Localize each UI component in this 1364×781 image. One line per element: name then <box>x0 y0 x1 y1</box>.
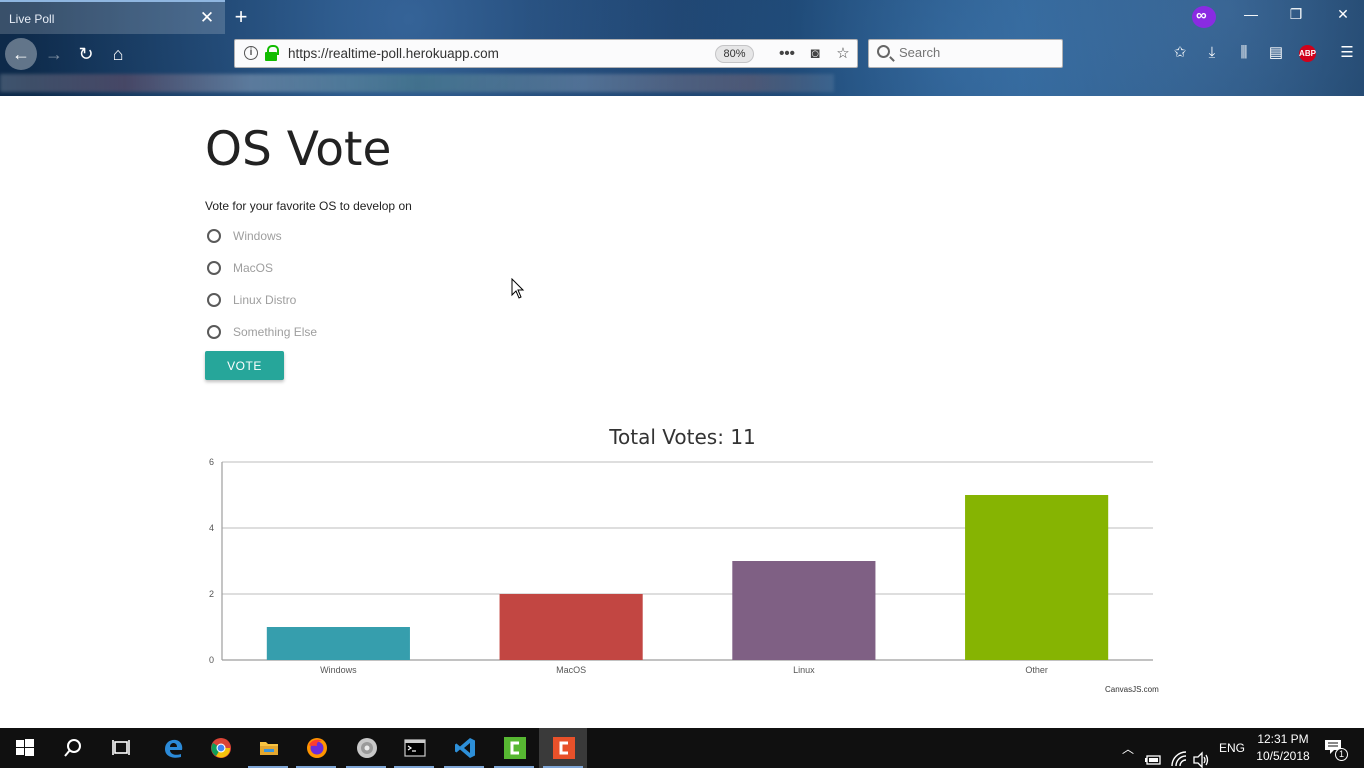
option-label: Windows <box>233 229 282 243</box>
search-input[interactable] <box>899 45 1049 60</box>
address-bar[interactable]: i https://realtime-poll.herokuapp.com 80… <box>234 39 858 68</box>
volume-icon[interactable] <box>1192 740 1210 780</box>
option-linux[interactable]: Linux Distro <box>205 290 296 310</box>
battery-icon[interactable] <box>1144 740 1162 780</box>
browser-chrome: Live Poll ✕ + — ❐ ✕ ← → ↻ ⌂ i https://re… <box>0 0 1364 96</box>
minimize-button[interactable]: — <box>1241 6 1261 22</box>
x-tick-label: Linux <box>793 665 815 675</box>
notification-count-badge: 1 <box>1335 748 1348 761</box>
option-windows[interactable]: Windows <box>205 226 282 246</box>
y-tick-label: 4 <box>209 523 214 533</box>
y-tick-label: 0 <box>209 655 214 665</box>
adblock-icon[interactable]: ABP <box>1299 45 1316 62</box>
poll-question: Vote for your favorite OS to develop on <box>205 199 412 213</box>
search-icon <box>64 739 81 757</box>
page-content: OS Vote Vote for your favorite OS to dev… <box>0 96 1364 728</box>
radio-button[interactable] <box>207 325 221 339</box>
home-button[interactable]: ⌂ <box>104 40 132 68</box>
restore-button[interactable]: ❐ <box>1286 6 1306 23</box>
bar-other <box>965 495 1109 660</box>
snagit-icon <box>553 737 575 759</box>
close-window-button[interactable]: ✕ <box>1333 6 1353 23</box>
bar-macos <box>499 594 643 660</box>
new-tab-button[interactable]: + <box>232 4 250 30</box>
taskbar-file-explorer[interactable] <box>244 728 292 768</box>
bar-windows <box>266 627 410 660</box>
vscode-icon <box>455 738 475 758</box>
option-label: MacOS <box>233 261 274 275</box>
taskbar-edge[interactable] <box>148 728 196 768</box>
bar-linux <box>732 561 876 660</box>
option-label: Linux Distro <box>233 293 297 307</box>
folder-icon <box>260 742 278 755</box>
edge-browser-icon <box>165 739 183 758</box>
chart-credit-link[interactable]: CanvasJS.com <box>1105 685 1159 694</box>
tab-close-icon[interactable]: ✕ <box>199 8 215 28</box>
clock-date: 10/5/2018 <box>1256 749 1310 763</box>
tab-title: Live Poll <box>9 12 55 26</box>
page-actions-icon[interactable]: ••• <box>777 43 797 65</box>
taskbar-camtasia[interactable] <box>490 728 538 768</box>
option-macos[interactable]: MacOS <box>205 258 273 278</box>
x-tick-label: Windows <box>320 665 357 675</box>
search-bar[interactable] <box>868 39 1063 68</box>
option-something-else[interactable]: Something Else <box>205 322 317 342</box>
page-title: OS Vote <box>205 122 392 177</box>
windows-logo-icon <box>16 739 34 756</box>
radio-button[interactable] <box>207 261 221 275</box>
pocket-icon[interactable]: ◙ <box>805 43 825 65</box>
clock-time: 12:31 PM <box>1257 732 1309 746</box>
zoom-level-badge[interactable]: 80% <box>715 45 754 63</box>
menu-icon[interactable]: ☰ <box>1336 42 1358 64</box>
taskbar-media-app[interactable] <box>342 728 390 768</box>
language-indicator[interactable]: ENG <box>1219 741 1245 781</box>
taskbar-terminal[interactable] <box>390 728 438 768</box>
back-button[interactable]: ← <box>5 38 37 70</box>
y-tick-label: 6 <box>209 457 214 467</box>
chrome-browser-icon <box>211 738 231 758</box>
browser-tab[interactable]: Live Poll ✕ <box>0 0 225 34</box>
bookmark-star-icon[interactable]: ☆ <box>833 43 853 65</box>
bookmarks-icon[interactable]: ✩ <box>1169 42 1191 64</box>
taskbar-vscode[interactable] <box>440 728 488 768</box>
search-icon <box>877 45 890 58</box>
bookmarks-toolbar <box>0 74 834 92</box>
start-button[interactable] <box>0 728 48 768</box>
lock-icon[interactable] <box>265 45 279 61</box>
option-label: Something Else <box>233 325 318 339</box>
info-icon[interactable]: i <box>244 46 258 60</box>
radio-button[interactable] <box>207 229 221 243</box>
taskbar-firefox[interactable] <box>292 728 340 768</box>
taskbar-snagit[interactable] <box>539 728 587 768</box>
x-tick-label: MacOS <box>556 665 586 675</box>
y-tick-label: 2 <box>209 589 214 599</box>
taskbar-search-button[interactable] <box>48 728 96 768</box>
terminal-icon <box>404 739 426 757</box>
system-clock[interactable]: 12:31 PM 10/5/2018 <box>1254 731 1312 765</box>
show-hidden-icons-button[interactable]: ︿ <box>1120 740 1136 780</box>
url-text[interactable]: https://realtime-poll.herokuapp.com <box>288 46 499 61</box>
camtasia-icon <box>504 737 526 759</box>
wifi-icon[interactable] <box>1170 739 1188 779</box>
action-center-button[interactable]: 1 <box>1318 737 1348 761</box>
radio-button[interactable] <box>207 293 221 307</box>
sidebar-icon[interactable]: ▤ <box>1265 42 1287 64</box>
reload-button[interactable]: ↻ <box>72 40 100 68</box>
library-icon[interactable]: ⫼ <box>1233 42 1255 64</box>
windows-taskbar: ︿ ENG 12:31 PM 10/5/2018 1 <box>0 728 1364 769</box>
private-browsing-icon <box>1192 6 1216 28</box>
vote-button[interactable]: VOTE <box>205 351 284 380</box>
chart-title: Total Votes: 11 <box>609 425 756 449</box>
x-tick-label: Other <box>1025 665 1048 675</box>
disc-icon <box>357 738 377 758</box>
votes-bar-chart: 0 2 4 6 Windows MacOS Linux Other <box>209 457 1153 675</box>
taskbar-chrome[interactable] <box>196 728 244 768</box>
downloads-icon[interactable]: ⤓ <box>1201 42 1223 64</box>
task-view-icon <box>112 740 130 755</box>
forward-button[interactable]: → <box>40 40 68 68</box>
firefox-icon <box>307 738 327 758</box>
task-view-button[interactable] <box>96 728 144 768</box>
